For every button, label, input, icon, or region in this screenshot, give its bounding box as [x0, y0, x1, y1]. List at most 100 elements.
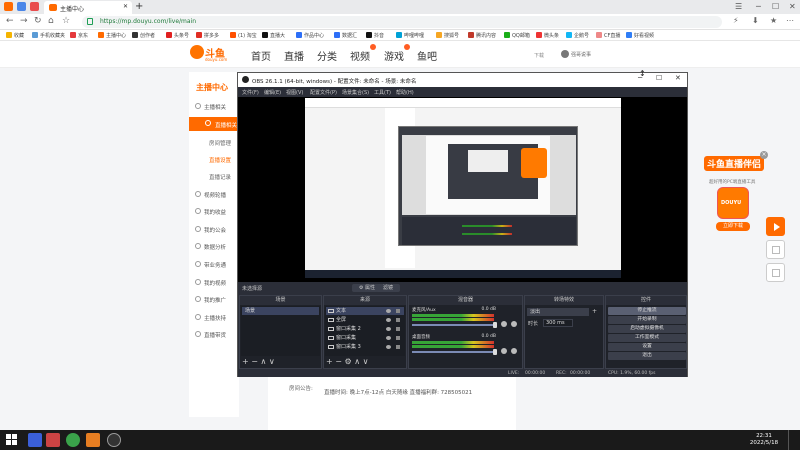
back-icon[interactable]: ←: [6, 16, 14, 26]
source-item[interactable]: 窗口采集: [326, 334, 404, 342]
maximize-icon[interactable]: ☐: [772, 2, 779, 11]
sidebar-item-myvideos[interactable]: 我的视频: [195, 279, 226, 287]
bookmark-item[interactable]: 微头条: [536, 32, 559, 39]
bookmark-item[interactable]: 搜狐号: [436, 32, 459, 39]
douyu-logo[interactable]: 斗鱼 douyu.com: [190, 45, 234, 64]
eye-icon[interactable]: [386, 309, 391, 313]
volume-slider[interactable]: [412, 324, 494, 326]
nav-live[interactable]: 直播: [284, 48, 304, 63]
lock-icon[interactable]: [396, 309, 400, 313]
bookmark-item[interactable]: 主播中心: [98, 32, 126, 39]
browser-logo-icon[interactable]: [4, 2, 13, 11]
sidebar-item-support[interactable]: 主播扶持: [195, 314, 226, 322]
obs-close-icon[interactable]: ✕: [675, 74, 681, 82]
remove-icon[interactable]: −: [251, 357, 258, 366]
menu-tools[interactable]: 工具(T): [374, 89, 391, 96]
nav-fishbar[interactable]: 鱼吧: [417, 48, 437, 63]
nav-home[interactable]: 首页: [251, 48, 271, 63]
bookmark-item[interactable]: 数据汇: [334, 32, 357, 39]
bookmark-item[interactable]: 头条号: [166, 32, 189, 39]
start-recording-button[interactable]: 开始录制: [608, 316, 686, 324]
exit-button[interactable]: 退出: [608, 352, 686, 360]
bookmark-item[interactable]: QQ邮箱: [504, 32, 530, 39]
obs-preview[interactable]: [238, 97, 687, 282]
duration-input[interactable]: 300 ms: [543, 319, 573, 327]
nav-video[interactable]: 视频: [350, 48, 370, 63]
show-desktop-button[interactable]: [788, 430, 791, 450]
float-play-button[interactable]: [766, 217, 785, 236]
bookmark-item[interactable]: 手机收藏夹: [32, 32, 65, 39]
lock-icon[interactable]: [396, 336, 400, 340]
sidebar-item-promotion[interactable]: 我的推广: [195, 296, 226, 304]
promo-close-icon[interactable]: ×: [760, 151, 768, 159]
bookmark-item[interactable]: 企鹅号: [566, 32, 589, 39]
download-link[interactable]: 下载: [534, 52, 544, 59]
transition-select[interactable]: 淡出: [527, 308, 589, 316]
menu-scene-collection[interactable]: 场景集合(S): [342, 89, 369, 96]
scene-item[interactable]: 场景: [242, 307, 319, 315]
window-close-icon[interactable]: ✕: [789, 2, 796, 11]
promo-download-button[interactable]: 立即下载: [716, 222, 750, 231]
lock-icon[interactable]: [396, 318, 400, 322]
sidebar-sub-room[interactable]: 房间管理: [209, 139, 231, 147]
taskbar-app-icon[interactable]: [86, 433, 100, 447]
nav-category[interactable]: 分类: [317, 48, 337, 63]
sidebar-item-live[interactable]: 直播相关: [189, 117, 239, 131]
pinned-tab-icon[interactable]: [30, 2, 39, 11]
lock-icon[interactable]: [396, 327, 400, 331]
home-icon[interactable]: ⌂: [48, 16, 54, 26]
gear-icon[interactable]: [511, 321, 517, 327]
sidebar-item-income[interactable]: 我的收益: [195, 208, 226, 216]
user-menu[interactable]: 强哥说事: [561, 50, 591, 58]
sidebar-sub-settings[interactable]: 直播设置: [209, 156, 231, 164]
browser-tab-active[interactable]: 主播中心 ✕: [44, 1, 132, 14]
sidebar-item-anchor[interactable]: 主播相关: [195, 103, 226, 111]
settings-button[interactable]: 设置: [608, 343, 686, 351]
virtual-camera-button[interactable]: 启动虚拟摄像机: [608, 325, 686, 333]
extension-icon[interactable]: ⚡: [733, 16, 739, 25]
volume-slider[interactable]: [412, 351, 494, 353]
gear-icon[interactable]: [511, 348, 517, 354]
speaker-icon[interactable]: [501, 321, 507, 327]
download-icon[interactable]: ⬇: [752, 16, 759, 25]
up-icon[interactable]: ∧: [354, 357, 360, 366]
taskbar-app-icon[interactable]: [46, 433, 60, 447]
forward-icon[interactable]: →: [20, 16, 28, 26]
eye-icon[interactable]: [386, 318, 391, 322]
taskbar-app-icon[interactable]: [66, 433, 80, 447]
studio-mode-button[interactable]: 工作室模式: [608, 334, 686, 342]
minimize-icon[interactable]: ─: [756, 2, 761, 11]
user-avatar-icon[interactable]: [17, 2, 26, 11]
obs-taskbar-icon[interactable]: [107, 433, 121, 447]
source-item[interactable]: 窗口采集 3: [326, 343, 404, 351]
source-item[interactable]: 窗口采集 2: [326, 325, 404, 333]
lock-icon[interactable]: [396, 345, 400, 349]
eye-icon[interactable]: [386, 345, 391, 349]
source-item[interactable]: 全屏: [326, 316, 404, 324]
sidebar-sub-records[interactable]: 直播记录: [209, 173, 231, 181]
bookmark-item[interactable]: 创作者: [132, 32, 155, 39]
sidebar-item-guild[interactable]: 我的公会: [195, 226, 226, 234]
filters-button[interactable]: 滤镜: [376, 284, 400, 292]
taskbar-app-icon[interactable]: [28, 433, 42, 447]
eye-icon[interactable]: [386, 327, 391, 331]
menu-edit[interactable]: 编辑(E): [264, 89, 281, 96]
menu-view[interactable]: 视图(V): [286, 89, 303, 96]
star-icon[interactable]: ☆: [62, 16, 70, 26]
new-tab-button[interactable]: +: [135, 1, 143, 12]
tab-close-icon[interactable]: ✕: [123, 3, 128, 10]
down-icon[interactable]: ∨: [363, 357, 369, 366]
url-input[interactable]: https://mp.douyu.com/live/main: [82, 16, 722, 28]
sidebar-item-analytics[interactable]: 数据分析: [195, 243, 226, 251]
bookmark-item[interactable]: (1) 淘宝: [230, 32, 257, 39]
slider-handle[interactable]: [493, 349, 497, 355]
nav-game[interactable]: 游戏: [384, 48, 404, 63]
bookmark-item[interactable]: 哔哩哔哩: [396, 32, 424, 39]
obs-maximize-icon[interactable]: ☐: [656, 74, 662, 82]
source-item[interactable]: 文本: [326, 307, 404, 315]
remove-icon[interactable]: −: [335, 357, 342, 366]
bookmark-item[interactable]: 京东: [70, 32, 88, 39]
slider-handle[interactable]: [493, 322, 497, 328]
bookmark-item[interactable]: 抖音: [366, 32, 384, 39]
bookmark-item[interactable]: 收藏: [6, 32, 24, 39]
